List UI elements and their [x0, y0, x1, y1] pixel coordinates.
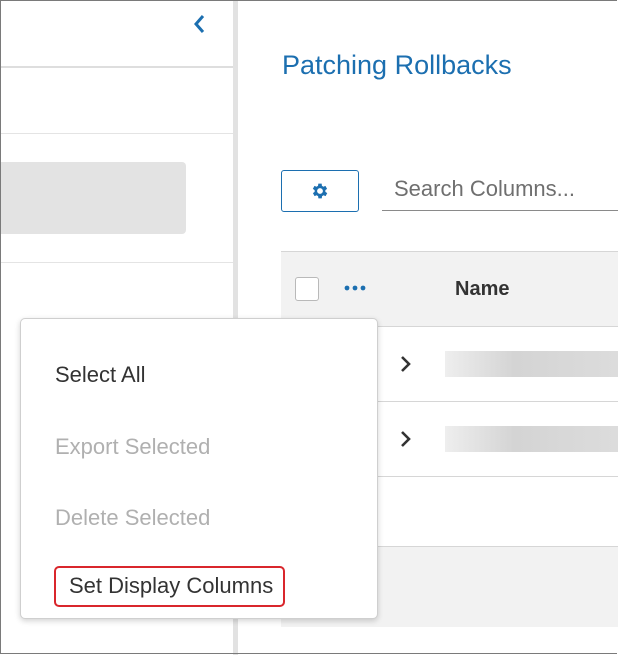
context-menu: Select All Export Selected Delete Select… [20, 318, 378, 619]
collapse-sidebar-button[interactable] [188, 12, 212, 36]
table-header: Name [281, 251, 618, 327]
left-panel-divider [1, 66, 233, 68]
row-name-placeholder [445, 426, 618, 452]
menu-item-export-selected: Export Selected [55, 434, 211, 459]
chevron-right-icon[interactable] [398, 427, 414, 451]
left-panel-divider [1, 133, 233, 134]
left-panel-placeholder [1, 162, 186, 234]
menu-item-select-all[interactable]: Select All [55, 362, 146, 388]
column-header-name[interactable]: Name [455, 278, 509, 301]
menu-item-delete-selected: Delete Selected [55, 505, 211, 530]
chevron-left-icon [194, 15, 205, 33]
settings-button[interactable] [281, 170, 359, 212]
search-columns-input[interactable] [382, 167, 618, 211]
page-title: Patching Rollbacks [282, 50, 512, 80]
chevron-right-icon[interactable] [398, 352, 414, 376]
select-all-checkbox[interactable] [295, 277, 319, 301]
more-horizontal-icon[interactable] [343, 282, 367, 294]
left-panel-divider [1, 262, 233, 263]
gear-icon [312, 183, 328, 199]
row-name-placeholder [445, 351, 618, 377]
menu-item-set-display-columns[interactable]: Set Display Columns [54, 566, 286, 607]
